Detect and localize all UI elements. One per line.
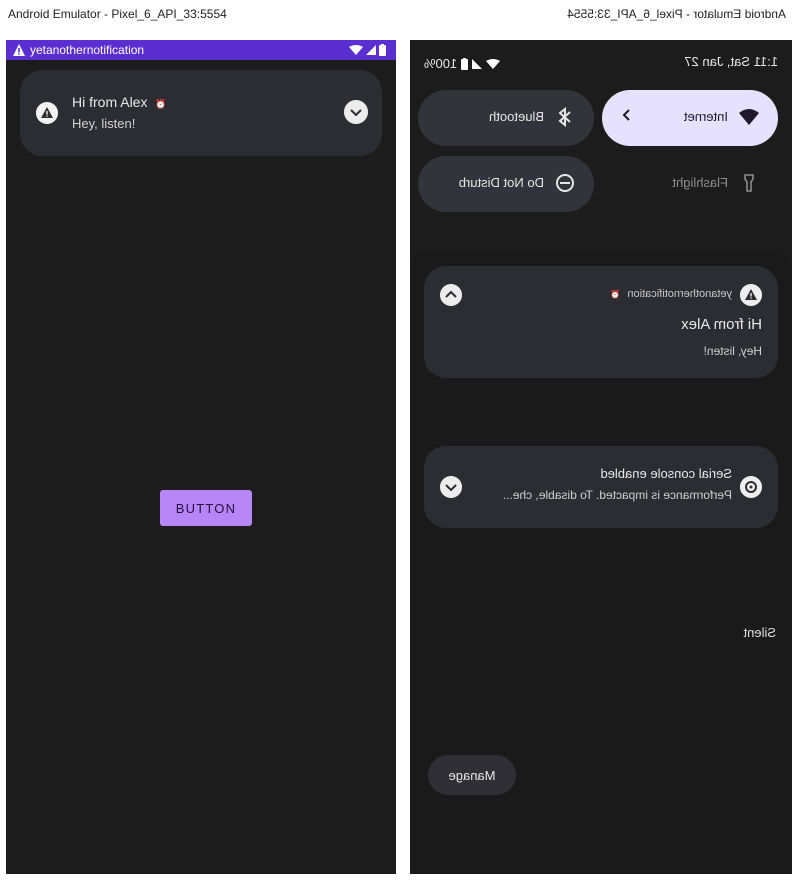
emulator-window-right: Android Emulator - Pixel_6_API_33:5554 1…: [406, 0, 794, 884]
device-screen: yetanothernotification Hi from Alex ⏰ He…: [6, 40, 396, 874]
wifi-icon: [739, 109, 759, 125]
manage-button[interactable]: Manage: [428, 755, 516, 795]
bluetooth-icon: [558, 106, 571, 128]
main-button[interactable]: BUTTON: [160, 490, 252, 526]
notification-body: Hey, listen!: [703, 344, 762, 358]
chevron-down-icon[interactable]: [440, 476, 462, 498]
settings-icon: [740, 476, 762, 498]
battery-level: 100%: [424, 56, 458, 71]
notification-body: Hey, listen!: [72, 116, 136, 131]
tile-label: Flashlight: [672, 175, 728, 190]
alarm-icon: ⏰: [155, 99, 167, 109]
tile-label: Bluetooth: [489, 109, 544, 124]
notification-title: Hi from Alex: [681, 316, 762, 333]
heads-up-notification[interactable]: Hi from Alex ⏰ Hey, listen!: [20, 70, 382, 156]
tile-internet[interactable]: Internet: [602, 90, 778, 146]
section-label: Silent: [743, 625, 776, 640]
quick-settings-header: 1:11 Sat, Jan 27 100%: [424, 50, 778, 74]
chevron-right-icon: [622, 109, 630, 121]
notification-card[interactable]: yetanothernotification ⏰ Hi from Alex He…: [424, 266, 778, 378]
notification-title: Hi from Alex ⏰: [72, 94, 167, 110]
warning-icon: [740, 284, 762, 306]
notification-shade: yetanothernotification ⏰ Hi from Alex He…: [410, 250, 792, 874]
notification-app-name: yetanothernotification ⏰: [610, 288, 732, 300]
battery-icon: [461, 57, 469, 70]
signal-icon: [472, 58, 483, 69]
window-title: Android Emulator - Pixel_6_API_33:5554: [406, 0, 794, 28]
app-name: yetanothernotification: [30, 43, 145, 57]
time-date: 1:11 Sat, Jan 27: [684, 54, 778, 69]
notification-title: Serial console enabled: [600, 466, 732, 481]
chevron-down-icon[interactable]: [344, 100, 368, 124]
signal-icon: [366, 45, 376, 55]
silent-notification-card[interactable]: Serial console enabled Performance is im…: [424, 446, 778, 528]
status-icons: [349, 44, 386, 56]
tile-bluetooth[interactable]: Bluetooth: [418, 90, 594, 146]
tile-label: Internet: [683, 109, 728, 124]
wifi-icon: [349, 45, 363, 55]
dnd-icon: [556, 174, 574, 192]
battery-icon: [379, 44, 386, 56]
tile-label: Do Not Disturb: [458, 175, 544, 190]
device-screen: 1:11 Sat, Jan 27 100% Internet Bluetooth: [410, 40, 792, 874]
flashlight-icon: [744, 174, 754, 192]
emulator-window-left: Android Emulator - Pixel_6_API_33:5554 y…: [0, 0, 402, 884]
tile-flashlight[interactable]: Flashlight: [602, 156, 778, 212]
window-title: Android Emulator - Pixel_6_API_33:5554: [0, 0, 402, 28]
tile-do-not-disturb[interactable]: Do Not Disturb: [418, 156, 594, 212]
chevron-up-icon[interactable]: [440, 284, 462, 306]
warning-icon: [13, 44, 25, 56]
status-icons: 100%: [424, 56, 501, 71]
mirrored-view: Android Emulator - Pixel_6_API_33:5554 1…: [406, 0, 794, 884]
warning-icon: [36, 102, 58, 124]
notification-body: Performance is impacted. To disable, che…: [502, 488, 732, 502]
app-bar: yetanothernotification: [6, 40, 396, 60]
alarm-icon: ⏰: [610, 290, 621, 299]
wifi-icon: [486, 58, 501, 69]
